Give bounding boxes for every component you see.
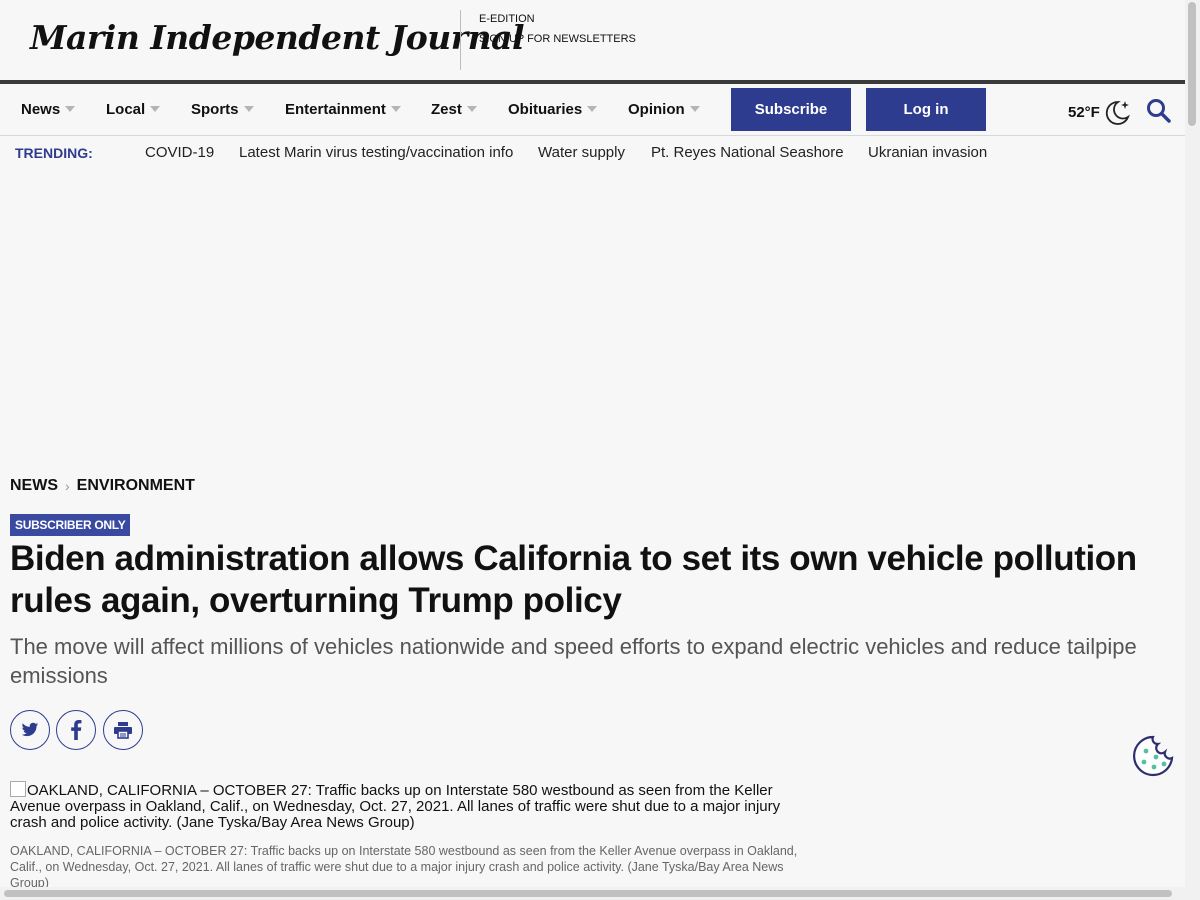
search-icon[interactable] xyxy=(1146,98,1172,129)
site-header: Marin Independent Journal E-EDITION SIGN… xyxy=(0,0,1185,80)
moon-icon xyxy=(1103,98,1133,126)
chevron-down-icon xyxy=(243,106,254,112)
nav-item-label: Obituaries xyxy=(508,101,583,118)
image-caption: OAKLAND, CALIFORNIA – OCTOBER 27: Traffi… xyxy=(10,844,798,887)
nav-item-sports[interactable]: Sports xyxy=(191,101,254,118)
trending-item[interactable]: Water supply xyxy=(538,144,625,161)
nav-item-label: News xyxy=(21,101,61,118)
chevron-down-icon xyxy=(466,106,477,112)
chevron-down-icon xyxy=(65,106,76,112)
article-headline: Biden administration allows California t… xyxy=(10,539,1137,620)
horizontal-scroll-thumb[interactable] xyxy=(4,890,1172,897)
temperature: 52°F xyxy=(1068,103,1100,121)
nav-item-entertainment[interactable]: Entertainment xyxy=(285,101,401,118)
nav-item-opinion[interactable]: Opinion xyxy=(628,101,700,118)
cookie-icon[interactable] xyxy=(1132,735,1174,782)
facebook-icon xyxy=(70,720,82,740)
header-divider xyxy=(460,10,461,70)
nav-item-label: Opinion xyxy=(628,101,685,118)
vertical-scrollbar[interactable] xyxy=(1185,0,1200,900)
subscribe-button[interactable]: Subscribe xyxy=(731,88,851,131)
trending-bar: TRENDING: COVID-19 Latest Marin virus te… xyxy=(0,136,1185,170)
e-edition-link[interactable]: E-EDITION xyxy=(479,13,636,25)
chevron-right-icon: › xyxy=(65,478,70,494)
chevron-down-icon xyxy=(150,106,161,112)
header-links: E-EDITION SIGN UP FOR NEWSLETTERS xyxy=(479,13,636,53)
newsletter-signup-link[interactable]: SIGN UP FOR NEWSLETTERS xyxy=(479,33,636,45)
login-button[interactable]: Log in xyxy=(866,88,986,131)
facebook-share-button[interactable] xyxy=(56,710,96,750)
chevron-down-icon xyxy=(689,106,700,112)
twitter-icon xyxy=(21,722,39,738)
trending-item[interactable]: Latest Marin virus testing/vaccination i… xyxy=(239,144,513,161)
nav-item-label: Sports xyxy=(191,101,239,118)
broken-image-icon xyxy=(10,781,26,797)
main-nav: News Local Sports Entertainment Zest Obi… xyxy=(0,84,1185,136)
horizontal-scrollbar[interactable] xyxy=(0,887,1185,900)
site-logo[interactable]: Marin Independent Journal xyxy=(30,18,525,57)
nav-item-label: Zest xyxy=(431,101,462,118)
trending-item[interactable]: Pt. Reyes National Seashore xyxy=(651,144,844,161)
article-image: OAKLAND, CALIFORNIA – OCTOBER 27: Traffi… xyxy=(10,781,810,831)
vertical-scroll-thumb[interactable] xyxy=(1188,2,1196,126)
trending-item[interactable]: COVID-19 xyxy=(145,144,214,161)
chevron-down-icon xyxy=(390,106,401,112)
breadcrumb-news[interactable]: NEWS xyxy=(10,477,58,495)
article-image-alt: OAKLAND, CALIFORNIA – OCTOBER 27: Traffi… xyxy=(10,782,781,831)
chevron-down-icon xyxy=(587,106,598,112)
breadcrumb-environment[interactable]: ENVIRONMENT xyxy=(77,477,195,495)
twitter-share-button[interactable] xyxy=(10,710,50,750)
weather-widget[interactable]: 52°F xyxy=(1068,98,1133,126)
article-subhead: The move will affect millions of vehicle… xyxy=(10,634,1137,688)
nav-item-zest[interactable]: Zest xyxy=(431,101,477,118)
breadcrumb: NEWS › ENVIRONMENT xyxy=(10,477,195,495)
nav-item-label: Local xyxy=(106,101,146,118)
trending-item[interactable]: Ukranian invasion xyxy=(868,144,987,161)
nav-item-news[interactable]: News xyxy=(21,101,76,118)
nav-item-obituaries[interactable]: Obituaries xyxy=(508,101,598,118)
print-button[interactable] xyxy=(103,710,143,750)
subscriber-only-badge: SUBSCRIBER ONLY xyxy=(10,514,131,536)
print-icon xyxy=(113,721,133,739)
nav-item-local[interactable]: Local xyxy=(106,101,161,118)
trending-label: TRENDING: xyxy=(15,145,93,161)
nav-item-label: Entertainment xyxy=(285,101,386,118)
